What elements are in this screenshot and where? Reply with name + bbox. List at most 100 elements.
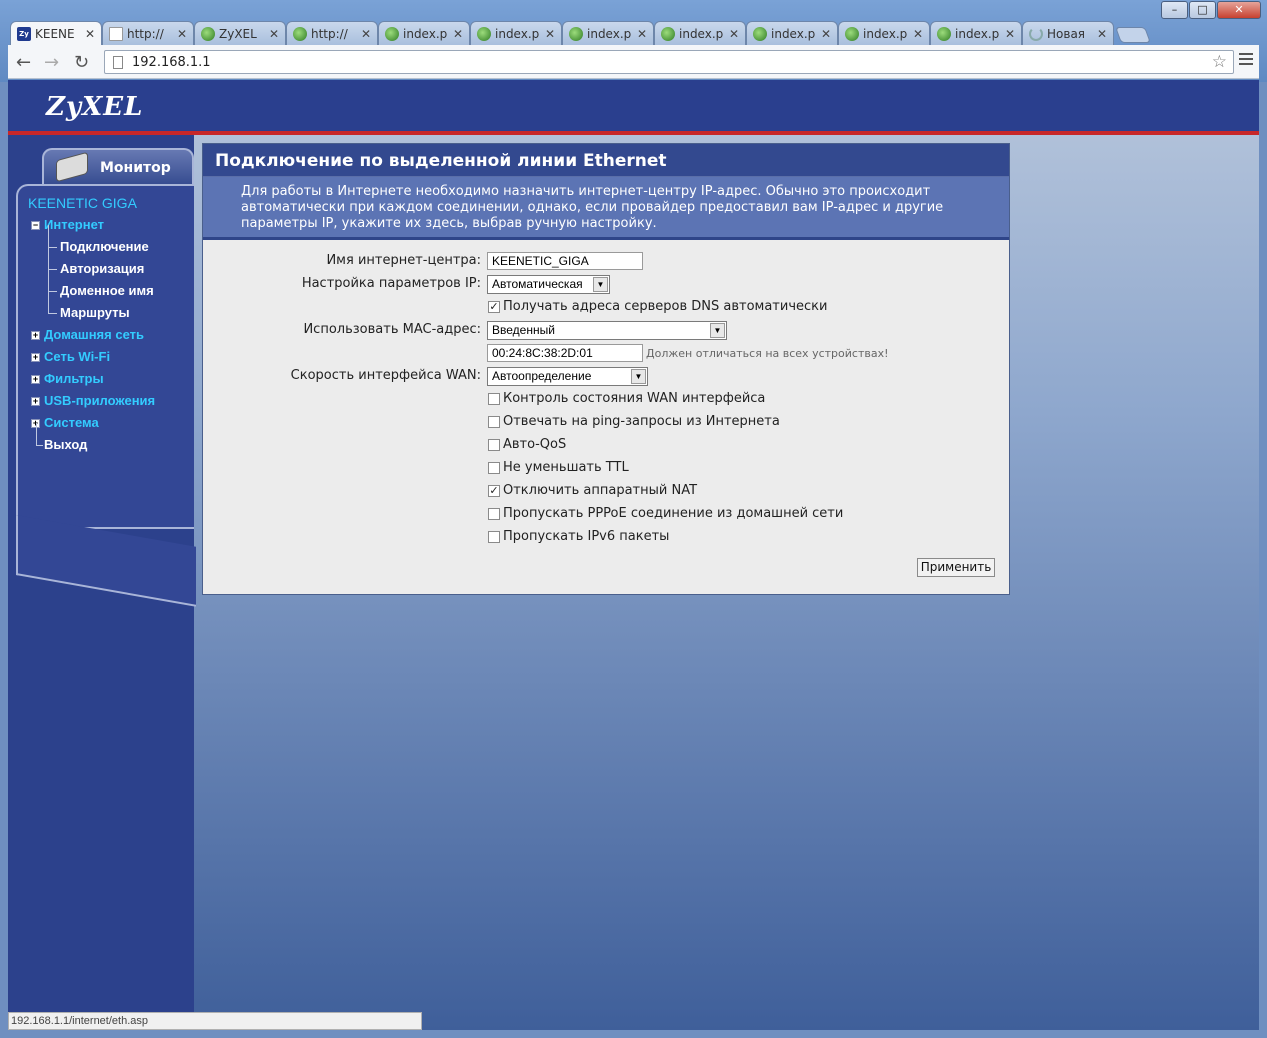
globe-icon <box>753 26 767 41</box>
tab-label: http:// <box>311 26 348 41</box>
sidebar-item-usb-apps[interactable]: + USB-приложения <box>28 391 198 413</box>
browser-tab[interactable]: http:// ✕ <box>286 21 378 45</box>
ping-reply-checkbox[interactable] <box>488 416 500 428</box>
tab-label: index.p <box>495 26 540 41</box>
auto-qos-checkbox[interactable] <box>488 439 500 451</box>
option-label: Отвечать на ping-запросы из Интернета <box>503 414 780 429</box>
back-arrow-icon[interactable]: ← <box>16 52 31 73</box>
close-tab-icon[interactable]: ✕ <box>729 27 739 41</box>
sidebar-item-routes[interactable]: Маршруты <box>28 291 198 325</box>
browser-tab[interactable]: index.p ✕ <box>930 21 1022 45</box>
status-bar: 192.168.1.1/internet/eth.asp <box>8 1012 422 1030</box>
browser-tab[interactable]: Новая ✕ <box>1022 21 1114 45</box>
browser-tab[interactable]: index.p ✕ <box>746 21 838 45</box>
sidebar-item-home-network[interactable]: + Домашняя сеть <box>28 325 198 347</box>
ipv6-passthrough-checkbox[interactable] <box>488 531 500 543</box>
wan-monitor-checkbox[interactable] <box>488 393 500 405</box>
browser-tab[interactable]: Zy KEENE ✕ <box>10 21 102 46</box>
hostname-input[interactable]: KEENETIC_GIGA <box>487 252 643 270</box>
address-url[interactable]: 192.168.1.1 <box>132 55 211 70</box>
globe-icon <box>845 26 859 41</box>
sidebar-item-wifi[interactable]: + Сеть Wi-Fi <box>28 347 198 369</box>
new-tab-button[interactable] <box>1115 27 1151 43</box>
close-tab-icon[interactable]: ✕ <box>85 27 95 41</box>
close-tab-icon[interactable]: ✕ <box>545 27 555 41</box>
reload-icon[interactable]: ↻ <box>74 52 89 73</box>
sidebar-item-logout[interactable]: Выход <box>28 423 198 457</box>
minimize-button[interactable]: – <box>1161 1 1188 19</box>
dropdown-arrow-icon: ▼ <box>710 323 725 338</box>
close-tab-icon[interactable]: ✕ <box>1005 27 1015 41</box>
sidebar: Монитор KEENETIC GIGA − Интернет Подключ… <box>8 135 196 1030</box>
sidebar-item-label: Домашняя сеть <box>44 327 144 342</box>
forward-arrow-icon[interactable]: → <box>44 52 59 73</box>
mac-address-input[interactable]: 00:24:8C:38:2D:01 <box>487 344 643 362</box>
menu-icon[interactable] <box>1239 53 1253 68</box>
sidebar-item-system[interactable]: + Система <box>28 413 198 435</box>
option-label: Отключить аппаратный NAT <box>503 483 698 498</box>
browser-chrome: – □ ✕ Zy KEENE ✕ http:// ✕ ZyXEL ✕ http:… <box>0 0 1267 82</box>
apply-button[interactable]: Применить <box>917 558 995 577</box>
wan-speed-select[interactable]: Автоопределение ▼ <box>487 367 648 386</box>
tab-label: index.p <box>955 26 1000 41</box>
ip-config-select[interactable]: Автоматическая ▼ <box>487 275 610 294</box>
tab-label: http:// <box>127 26 164 41</box>
globe-icon <box>569 26 583 41</box>
globe-icon <box>293 26 307 41</box>
page-title: Подключение по выделенной линии Ethernet <box>203 144 1009 177</box>
router-icon <box>56 151 88 183</box>
expand-icon[interactable]: + <box>31 331 40 340</box>
close-tab-icon[interactable]: ✕ <box>269 27 279 41</box>
keep-ttl-checkbox[interactable] <box>488 462 500 474</box>
browser-tab[interactable]: index.p ✕ <box>378 21 470 45</box>
tab-label: KEENE <box>35 27 75 41</box>
monitor-tab[interactable]: Монитор <box>42 148 194 186</box>
browser-tab[interactable]: index.p ✕ <box>470 21 562 45</box>
option-label: Пропускать PPPoE соединение из домашней … <box>503 506 844 521</box>
wan-speed-value: Автоопределение <box>492 369 592 383</box>
tab-label: index.p <box>403 26 448 41</box>
page-description: Для работы в Интернете необходимо назнач… <box>203 177 1009 237</box>
address-bar[interactable]: 192.168.1.1 ☆ <box>104 50 1234 74</box>
mac-hint: Должен отличаться на всех устройствах! <box>646 347 889 360</box>
browser-tab[interactable]: index.p ✕ <box>838 21 930 45</box>
browser-toolbar: ← → ↻ 192.168.1.1 ☆ <box>8 45 1259 79</box>
close-tab-icon[interactable]: ✕ <box>821 27 831 41</box>
dns-auto-label: Получать адреса серверов DNS автоматичес… <box>503 299 828 314</box>
close-window-button[interactable]: ✕ <box>1217 1 1261 19</box>
browser-tab[interactable]: index.p ✕ <box>562 21 654 45</box>
settings-panel: Подключение по выделенной линии Ethernet… <box>202 143 1010 595</box>
dropdown-arrow-icon: ▼ <box>631 369 646 384</box>
mac-label: Использовать MAC-адрес: <box>303 322 481 337</box>
option-label: Авто-QoS <box>503 437 567 452</box>
browser-tab[interactable]: ZyXEL ✕ <box>194 21 286 45</box>
close-tab-icon[interactable]: ✕ <box>453 27 463 41</box>
ip-config-value: Автоматическая <box>492 277 583 291</box>
expand-icon[interactable]: + <box>31 353 40 362</box>
close-tab-icon[interactable]: ✕ <box>177 27 187 41</box>
bookmark-star-icon[interactable]: ☆ <box>1212 52 1227 72</box>
disable-hw-nat-checkbox[interactable]: ✓ <box>488 485 500 497</box>
close-tab-icon[interactable]: ✕ <box>637 27 647 41</box>
browser-tab[interactable]: http:// ✕ <box>102 21 194 45</box>
maximize-button[interactable]: □ <box>1189 1 1216 19</box>
expand-icon[interactable]: + <box>31 397 40 406</box>
expand-icon[interactable]: + <box>31 375 40 384</box>
close-tab-icon[interactable]: ✕ <box>1097 27 1107 41</box>
browser-tab[interactable]: index.p ✕ <box>654 21 746 45</box>
mac-mode-select[interactable]: Введенный ▼ <box>487 321 727 340</box>
sidebar-item-label: Фильтры <box>44 371 104 386</box>
loading-icon <box>1029 26 1043 41</box>
collapse-icon[interactable]: − <box>31 221 40 230</box>
close-tab-icon[interactable]: ✕ <box>913 27 923 41</box>
globe-icon <box>937 26 951 41</box>
device-name: KEENETIC GIGA <box>28 195 137 211</box>
sidebar-item-label: Система <box>44 415 99 430</box>
pppoe-passthrough-checkbox[interactable] <box>488 508 500 520</box>
sidebar-item-filters[interactable]: + Фильтры <box>28 369 198 391</box>
close-tab-icon[interactable]: ✕ <box>361 27 371 41</box>
dns-auto-checkbox[interactable]: ✓ <box>488 301 500 313</box>
globe-icon <box>385 26 399 41</box>
globe-icon <box>201 26 215 41</box>
option-label: Не уменьшать TTL <box>503 460 629 475</box>
